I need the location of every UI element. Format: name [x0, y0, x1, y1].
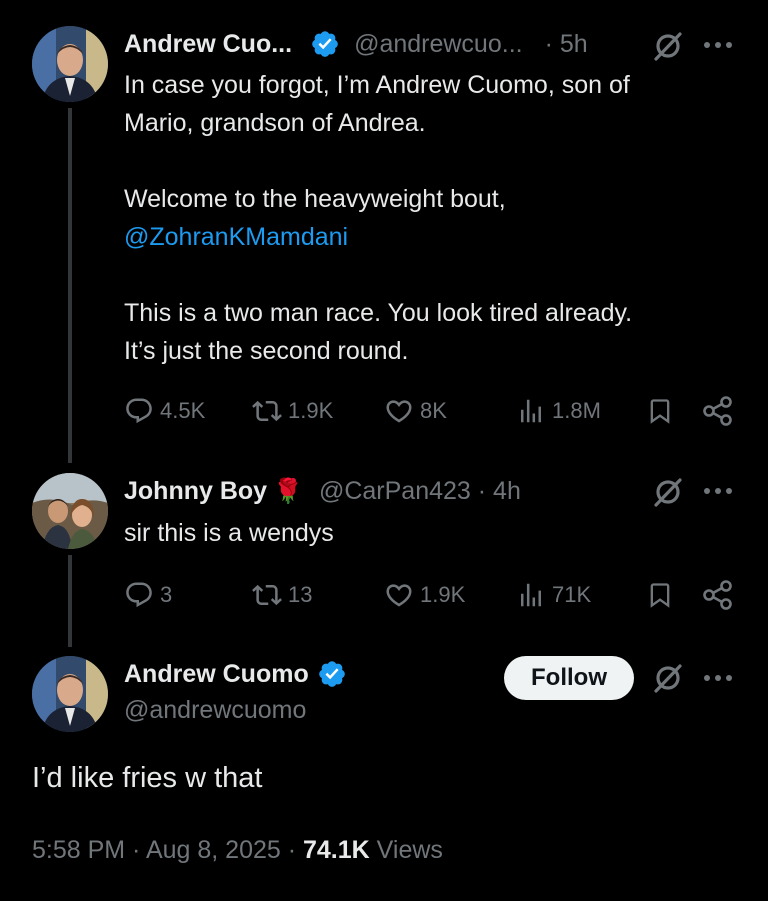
like-icon [386, 400, 412, 423]
views-icon [521, 583, 541, 607]
tweet2-like-button[interactable]: 1.9K [384, 580, 465, 610]
main-tweet-timestamp[interactable]: 5:58 PM · Aug 8, 2025 · [32, 836, 303, 864]
main-tweet-text: I’d like fries w that [32, 762, 263, 794]
tweet2-handle-time[interactable]: @CarPan423 · 4h [319, 477, 521, 506]
tweet2-text: sir this is a wendys [124, 519, 334, 547]
tweet1-repost-button[interactable]: 1.9K [252, 396, 333, 426]
avatar-johnny-boy[interactable] [32, 473, 108, 549]
tweet1-header: Andrew Cuo... @andrewcuo... · 5h [124, 26, 588, 62]
tweet1-views-count: 1.8M [552, 398, 601, 423]
tweet2-author-name[interactable]: Johnny Boy [124, 477, 267, 506]
thread-line-1 [68, 108, 72, 463]
tweet2-views-button[interactable]: 71K [516, 580, 591, 610]
tweet1-line1: In case you forgot, I’m Andrew Cuomo, so… [124, 71, 630, 99]
like-icon [386, 584, 412, 607]
repost-icon [252, 400, 282, 422]
bookmark-icon[interactable] [646, 580, 674, 610]
grok-icon[interactable] [652, 30, 684, 62]
avatar-andrew-cuomo-main[interactable] [32, 656, 108, 732]
mention-link[interactable]: @ZohranKMamdani [124, 218, 744, 256]
main-tweet-header: Andrew Cuomo [124, 656, 347, 692]
repost-icon [252, 584, 282, 606]
tweet1-views-button[interactable]: 1.8M [516, 396, 601, 426]
tweet1-reply-count: 4.5K [160, 398, 206, 423]
tweet2-like-count: 1.9K [420, 582, 466, 607]
tweet2-header: Johnny Boy 🌹 @CarPan423 · 4h [124, 473, 521, 509]
thread-line-2 [68, 555, 72, 647]
verified-badge-icon [318, 661, 345, 687]
tweet1-like-count: 8K [420, 398, 447, 423]
main-tweet-views-count: 74.1K [303, 836, 370, 864]
tweet1-line2: Mario, grandson of Andrea. [124, 109, 426, 137]
follow-button[interactable]: Follow [504, 656, 634, 700]
main-tweet-meta: 5:58 PM · Aug 8, 2025 · 74.1K Views [32, 836, 443, 865]
main-tweet-views-label: Views [369, 836, 443, 864]
views-icon [521, 399, 541, 423]
share-icon[interactable] [702, 396, 734, 426]
share-icon[interactable] [702, 580, 734, 610]
avatar-andrew-cuomo[interactable] [32, 26, 108, 102]
tweet2-repost-button[interactable]: 13 [252, 580, 312, 610]
tweet1-author-name[interactable]: Andrew Cuo... [124, 30, 292, 59]
more-icon[interactable] [702, 672, 734, 684]
tweet1-repost-count: 1.9K [288, 398, 334, 423]
tweet1-like-button[interactable]: 8K [384, 396, 447, 426]
tweet1-reply-button[interactable]: 4.5K [124, 396, 205, 426]
main-author-name[interactable]: Andrew Cuomo [124, 660, 309, 689]
reply-icon [126, 582, 152, 608]
main-author-handle[interactable]: @andrewcuomo [124, 696, 306, 725]
more-icon[interactable] [702, 485, 734, 497]
reply-icon [126, 398, 152, 424]
tweet1-text: In case you forgot, I’m Andrew Cuomo, so… [124, 66, 744, 370]
bookmark-icon[interactable] [646, 396, 674, 426]
rose-emoji: 🌹 [273, 477, 303, 505]
grok-icon[interactable] [652, 476, 684, 508]
tweet2-views-count: 71K [552, 582, 592, 607]
tweet1-line3: Welcome to the heavyweight bout, [124, 185, 506, 213]
tweet1-handle[interactable]: @andrewcuo... [354, 30, 523, 59]
tweet1-line5: It’s just the second round. [124, 337, 409, 365]
tweet2-reply-button[interactable]: 3 [124, 580, 172, 610]
tweet2-reply-count: 3 [160, 582, 173, 607]
verified-badge-icon [312, 31, 338, 57]
more-icon[interactable] [702, 39, 734, 51]
grok-icon[interactable] [652, 662, 684, 694]
tweet1-time[interactable]: · 5h [545, 30, 588, 59]
tweet2-repost-count: 13 [288, 582, 313, 607]
tweet1-line4: This is a two man race. You look tired a… [124, 299, 633, 327]
